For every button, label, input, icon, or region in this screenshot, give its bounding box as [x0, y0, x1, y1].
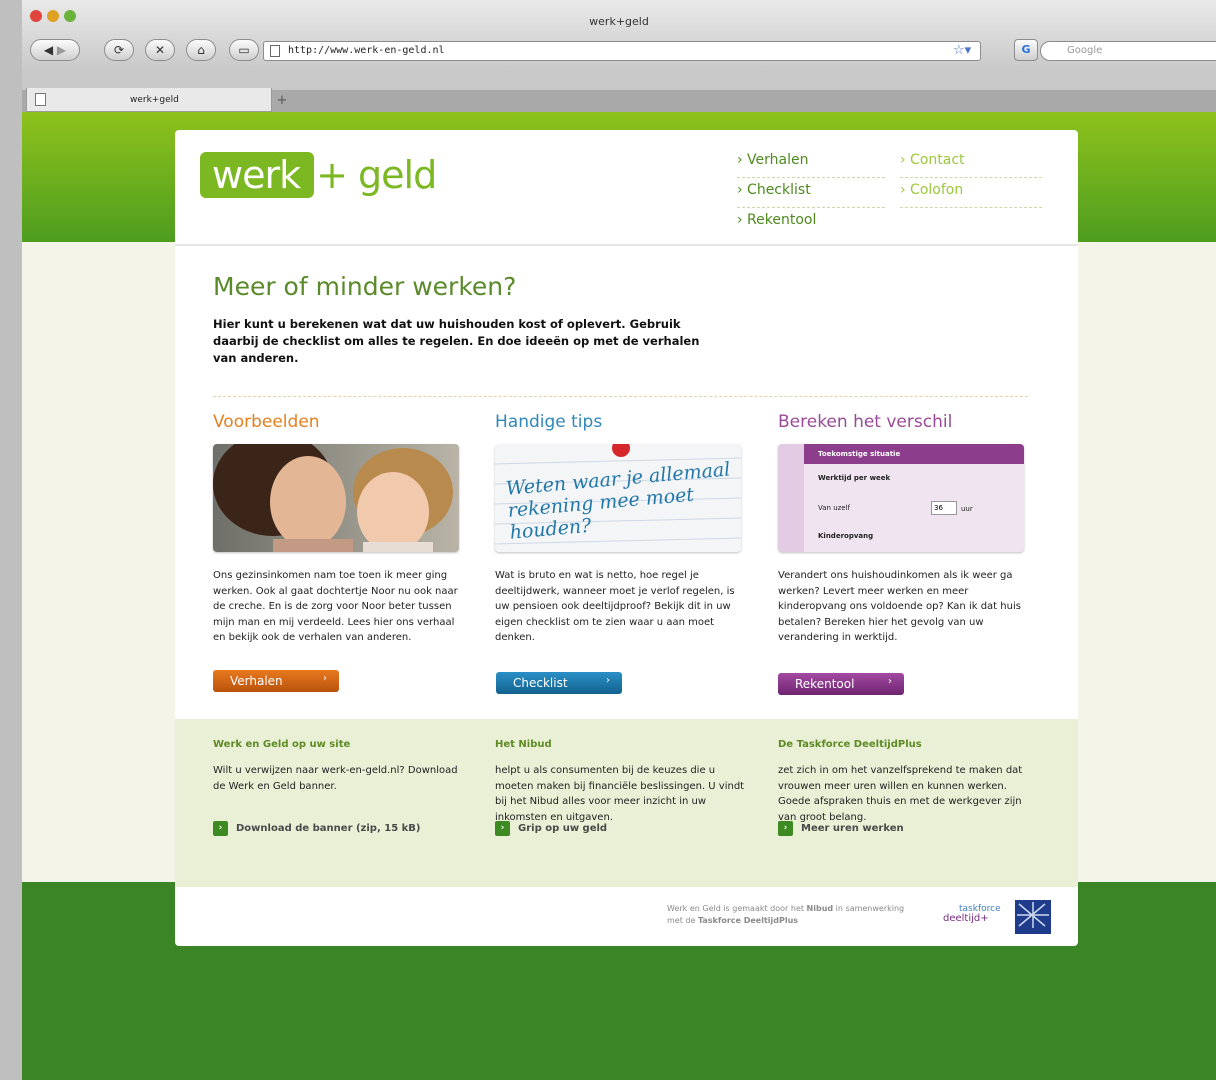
column-bereken: Bereken het verschil Toekomstige situati…	[778, 412, 1028, 646]
column-handige-tips: Handige tips Weten waar je allemaal reke…	[495, 412, 745, 646]
verhalen-button[interactable]: Verhalen ›	[213, 670, 339, 692]
column-text: Verandert ons huishoudinkomen als ik wee…	[778, 570, 1021, 643]
header-separator	[175, 244, 1078, 246]
bookmark-button[interactable]: ▭	[229, 39, 259, 61]
grip-op-uw-geld-link[interactable]: › Grip op uw geld	[495, 821, 607, 836]
column-text: Ons gezinsinkomen nam toe toen ik meer g…	[213, 570, 458, 643]
title-bar: werk+geld ◀ ▶ ⟳ ✕ ⌂ ▭ http://www.werk-en…	[22, 0, 1216, 71]
stop-icon: ✕	[154, 43, 166, 57]
arrow-box-icon: ›	[495, 821, 510, 836]
column-heading: Bereken het verschil	[778, 412, 953, 432]
form-title: Toekomstige situatie	[804, 444, 1024, 464]
nav-link-rekentool[interactable]: › Rekentool	[737, 208, 885, 237]
back-forward-button[interactable]: ◀ ▶	[30, 39, 80, 61]
site-logo[interactable]: werk + geld	[200, 150, 437, 200]
button-label: Checklist	[513, 676, 568, 690]
chevron-right-icon: ›	[323, 673, 327, 684]
forward-arrow-icon: ▶	[56, 43, 67, 57]
column-text: Wat is bruto en wat is netto, hoe regel …	[495, 570, 735, 643]
taskforce-logo-bottom: deeltijd+	[943, 913, 989, 924]
secondary-nav: › Contact › Colofon	[900, 148, 1042, 208]
column-heading: Handige tips	[495, 412, 603, 432]
back-arrow-icon: ◀	[43, 43, 54, 57]
new-tab-button[interactable]: +	[270, 92, 294, 110]
home-icon: ⌂	[197, 43, 205, 57]
web-page: werk + geld › Verhalen › Checklist › Rek…	[22, 112, 1216, 1080]
window-title: werk+geld	[589, 15, 649, 28]
chevron-right-icon: ›	[888, 676, 892, 687]
star-icon[interactable]: ☆▾	[953, 43, 971, 58]
reload-icon: ⟳	[113, 43, 125, 57]
column-voorbeelden: Voorbeelden Ons gezinsinkomen nam toe to…	[213, 412, 463, 646]
home-button[interactable]: ⌂	[186, 39, 216, 61]
info-text: Wilt u verwijzen naar werk-en-geld.nl? D…	[213, 765, 458, 792]
content-card: werk + geld › Verhalen › Checklist › Rek…	[175, 130, 1078, 946]
nibud-logo[interactable]	[1015, 900, 1051, 934]
link-label: Grip op uw geld	[518, 823, 608, 834]
tab-werk-geld[interactable]: werk+geld	[26, 88, 272, 112]
rekentool-button[interactable]: Rekentool ›	[778, 673, 904, 695]
form-unit: uur	[961, 505, 973, 513]
button-label: Verhalen	[230, 674, 283, 688]
info-heading: Werk en Geld op uw site	[213, 739, 351, 750]
section-divider	[213, 396, 1028, 397]
button-label: Rekentool	[795, 677, 855, 691]
mother-daughter-photo[interactable]	[213, 444, 459, 552]
intro-text: Hier kunt u berekenen wat dat uw huishou…	[213, 317, 700, 365]
info-heading: Het Nibud	[495, 739, 552, 750]
info-text: zet zich in om het vanzelfsprekend te ma…	[778, 765, 1023, 823]
info-column-site: Werk en Geld op uw site Wilt u verwijzen…	[213, 739, 468, 794]
info-text: helpt u als consumenten bij de keuzes di…	[495, 765, 745, 823]
primary-nav: › Verhalen › Checklist › Rekentool	[737, 148, 885, 237]
nav-link-contact[interactable]: › Contact	[900, 148, 1042, 178]
form-row-werktijd: Werktijd per week	[818, 474, 891, 482]
search-placeholder: Google	[1067, 45, 1103, 56]
page-icon: ▭	[238, 43, 250, 57]
footer-credit: Werk en Geld is gemaakt door het Nibud i…	[667, 903, 907, 927]
browser-window: werk+geld ◀ ▶ ⟳ ✕ ⌂ ▭ http://www.werk-en…	[22, 0, 1216, 1080]
google-icon[interactable]: G	[1014, 39, 1038, 61]
arrow-box-icon: ›	[778, 821, 793, 836]
notepad-image[interactable]: Weten waar je allemaal rekening mee moet…	[495, 444, 741, 552]
taskforce-logo[interactable]: taskforce deeltijd+	[943, 904, 1001, 924]
arrow-box-icon: ›	[213, 821, 228, 836]
info-band: Werk en Geld op uw site Wilt u verwijzen…	[175, 719, 1078, 887]
reload-button[interactable]: ⟳	[104, 39, 134, 61]
logo-werk: werk	[200, 152, 315, 198]
nav-link-verhalen[interactable]: › Verhalen	[737, 148, 885, 178]
credit-taskforce: Taskforce DeeltijdPlus	[697, 916, 799, 925]
url-text: http://www.werk-en-geld.nl	[288, 45, 445, 56]
rekentool-preview[interactable]: Toekomstige situatie Werktijd per week V…	[778, 444, 1024, 552]
chevron-right-icon: ›	[606, 675, 610, 686]
column-heading: Voorbeelden	[213, 412, 320, 432]
credit-nibud: Nibud	[806, 904, 834, 913]
logo-geld: + geld	[316, 153, 437, 197]
checklist-button[interactable]: Checklist ›	[496, 672, 622, 694]
info-heading: De Taskforce DeeltijdPlus	[778, 739, 922, 750]
hours-input[interactable]: 36	[931, 501, 957, 515]
meer-uren-werken-link[interactable]: › Meer uren werken	[778, 821, 904, 836]
nav-link-colofon[interactable]: › Colofon	[900, 178, 1042, 208]
download-banner-link[interactable]: › Download de banner (zip, 15 kB)	[213, 821, 420, 836]
stop-button[interactable]: ✕	[145, 39, 175, 61]
link-label: Meer uren werken	[801, 823, 904, 834]
search-input[interactable]: Google	[1040, 41, 1216, 61]
form-label: Van uzelf	[818, 504, 851, 512]
form-row-kinderopvang: Kinderopvang	[818, 532, 874, 540]
info-column-nibud: Het Nibud helpt u als consumenten bij de…	[495, 739, 750, 825]
site-icon	[270, 45, 280, 57]
document-icon	[35, 93, 46, 106]
tab-label: werk+geld	[130, 94, 179, 105]
info-column-taskforce: De Taskforce DeeltijdPlus zet zich in om…	[778, 739, 1033, 825]
link-label: Download de banner (zip, 15 kB)	[236, 823, 421, 834]
nav-link-checklist[interactable]: › Checklist	[737, 178, 885, 208]
page-title: Meer of minder werken?	[213, 272, 517, 301]
credit-text: Werk en Geld is gemaakt door het	[667, 904, 807, 913]
address-bar[interactable]: http://www.werk-en-geld.nl	[263, 41, 981, 61]
